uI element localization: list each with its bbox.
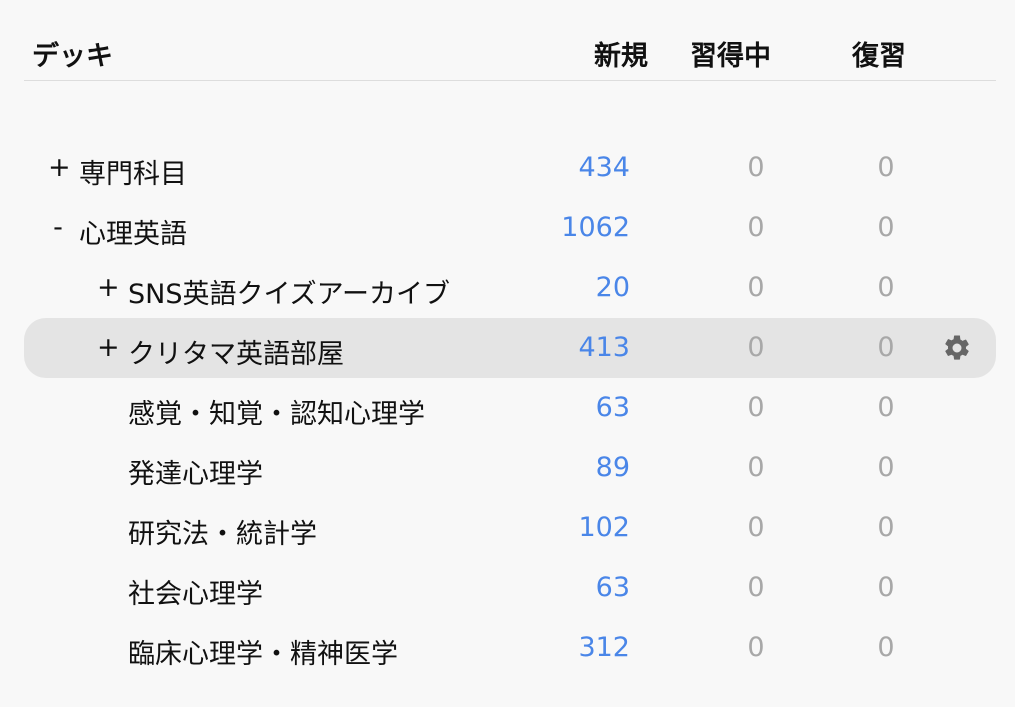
new-count: 434 — [578, 152, 630, 183]
learning-count: 0 — [747, 332, 765, 363]
deck-list-header: デッキ 新規 習得中 復習 — [24, 22, 996, 81]
deck-row-senmon-kamoku[interactable]: + 専門科目 434 0 0 — [24, 138, 996, 198]
deck-row-kuritama-eigo-beya[interactable]: + クリタマ英語部屋 413 0 0 — [24, 318, 996, 378]
review-count: 0 — [877, 332, 895, 363]
new-count: 63 — [595, 572, 630, 603]
review-count: 0 — [877, 452, 895, 483]
new-count: 89 — [595, 452, 630, 483]
deck-row-shakai[interactable]: 社会心理学 63 0 0 — [24, 558, 996, 618]
learning-count: 0 — [747, 392, 765, 423]
expand-toggle[interactable]: + — [97, 332, 120, 363]
deck-row-kenkyuho[interactable]: 研究法・統計学 102 0 0 — [24, 498, 996, 558]
review-count: 0 — [877, 392, 895, 423]
deck-row-hattatsu[interactable]: 発達心理学 89 0 0 — [24, 438, 996, 498]
new-count: 63 — [595, 392, 630, 423]
deck-name[interactable]: 社会心理学 — [128, 572, 263, 611]
review-count: 0 — [877, 572, 895, 603]
learning-count: 0 — [747, 572, 765, 603]
header-deck: デッキ — [32, 41, 113, 72]
collapse-toggle[interactable]: - — [48, 212, 68, 243]
review-count: 0 — [877, 272, 895, 303]
learning-count: 0 — [747, 272, 765, 303]
new-count: 413 — [578, 332, 630, 363]
gear-icon[interactable] — [942, 333, 972, 363]
deck-name[interactable]: 研究法・統計学 — [128, 512, 317, 551]
header-learning: 習得中 — [690, 41, 771, 72]
header-review: 復習 — [852, 41, 906, 72]
deck-list-panel: デッキ 新規 習得中 復習 + 専門科目 434 0 0 - 心理英語 1062… — [0, 0, 1015, 707]
learning-count: 0 — [747, 452, 765, 483]
deck-name[interactable]: 専門科目 — [79, 152, 187, 191]
expand-toggle[interactable]: + — [48, 152, 71, 183]
deck-row-sns-quiz-archive[interactable]: + SNS英語クイズアーカイブ 20 0 0 — [24, 258, 996, 318]
deck-name[interactable]: 感覚・知覚・認知心理学 — [128, 392, 425, 431]
learning-count: 0 — [747, 212, 765, 243]
review-count: 0 — [877, 212, 895, 243]
deck-name[interactable]: 臨床心理学・精神医学 — [128, 632, 398, 671]
learning-count: 0 — [747, 152, 765, 183]
learning-count: 0 — [747, 512, 765, 543]
deck-row-shinri-eigo[interactable]: - 心理英語 1062 0 0 — [24, 198, 996, 258]
header-new: 新規 — [594, 41, 648, 72]
deck-name[interactable]: 心理英語 — [79, 212, 187, 251]
deck-name[interactable]: クリタマ英語部屋 — [128, 332, 344, 371]
review-count: 0 — [877, 152, 895, 183]
deck-row-kankaku-chikaku[interactable]: 感覚・知覚・認知心理学 63 0 0 — [24, 378, 996, 438]
new-count: 20 — [595, 272, 630, 303]
deck-name[interactable]: SNS英語クイズアーカイブ — [128, 272, 450, 311]
review-count: 0 — [877, 632, 895, 663]
new-count: 102 — [578, 512, 630, 543]
review-count: 0 — [877, 512, 895, 543]
new-count: 1062 — [561, 212, 630, 243]
new-count: 312 — [578, 632, 630, 663]
expand-toggle[interactable]: + — [97, 272, 120, 303]
deck-row-rinsho[interactable]: 臨床心理学・精神医学 312 0 0 — [24, 618, 996, 678]
learning-count: 0 — [747, 632, 765, 663]
deck-name[interactable]: 発達心理学 — [128, 452, 263, 491]
